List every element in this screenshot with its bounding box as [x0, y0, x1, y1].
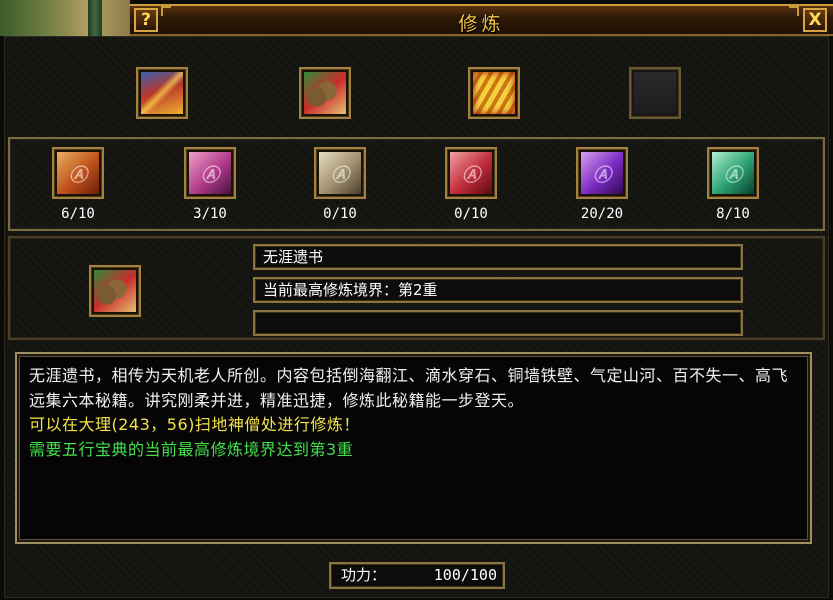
power-label: 功力：: [341, 566, 387, 584]
scroll-red-icon[interactable]: Ⓐ: [445, 147, 497, 199]
skill-count: 8/10: [716, 206, 750, 222]
skill-count: 6/10: [61, 206, 95, 222]
help-button[interactable]: ?: [134, 8, 158, 32]
power-display: 功力： 100/100: [329, 562, 505, 589]
scroll-silver-icon[interactable]: Ⓐ: [314, 147, 366, 199]
realm-field: 当前最高修炼境界：第2重: [253, 277, 743, 303]
power-value: 100/100: [433, 566, 497, 584]
empty-slot[interactable]: [629, 67, 681, 119]
skill-count: 3/10: [193, 206, 227, 222]
scroll-orange-icon[interactable]: Ⓐ: [52, 147, 104, 199]
skill-count: 0/10: [323, 206, 357, 222]
window-title: 修炼: [458, 13, 505, 35]
skill-count: 20/20: [580, 206, 624, 222]
scroll-pink-icon[interactable]: Ⓐ: [184, 147, 236, 199]
skill-count: 0/10: [454, 206, 488, 222]
corner-ornament: [789, 6, 799, 16]
selected-book-icon[interactable]: [89, 265, 141, 317]
scroll-bundle-green-icon[interactable]: [299, 67, 351, 119]
description-box: 无涯遗书，相传为天机老人所创。内容包括倒海翻江、滴水穿石、铜墙铁壁、气定山河、百…: [15, 352, 812, 544]
corner-ornament: [161, 6, 171, 16]
scroll-teal-icon[interactable]: Ⓐ: [707, 147, 759, 199]
scroll-purple-icon[interactable]: Ⓐ: [576, 147, 628, 199]
bamboo-slips-gold-icon[interactable]: [468, 67, 520, 119]
close-button[interactable]: X: [803, 8, 827, 32]
cultivation-window: 修炼 ? X Ⓐ 6/10 Ⓐ 3/10 Ⓐ 0/10 Ⓐ 0/10 Ⓐ 20/…: [0, 0, 833, 600]
book-name-field: 无涯遗书: [253, 244, 743, 270]
title-bar[interactable]: 修炼: [130, 4, 833, 36]
description-text: 无涯遗书，相传为天机老人所创。内容包括倒海翻江、滴水穿石、铜墙铁壁、气定山河、百…: [29, 366, 789, 410]
location-text: 可以在大理(243，56)扫地神僧处进行修炼！: [29, 415, 360, 434]
requirement-text: 需要五行宝典的当前最高修炼境界达到第3重: [29, 439, 354, 459]
book-red-icon[interactable]: [136, 67, 188, 119]
extra-info-field: [253, 310, 743, 336]
